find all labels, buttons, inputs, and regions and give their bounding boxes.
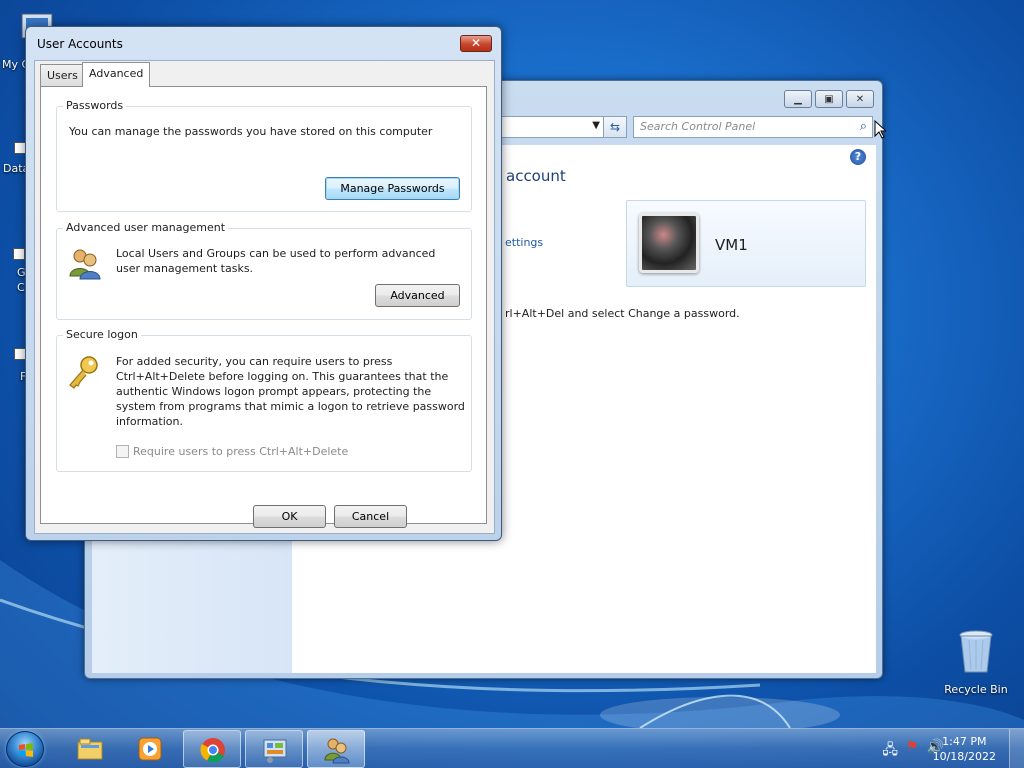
page-heading: account (506, 167, 566, 185)
users-icon (324, 738, 350, 764)
dialog-title: User Accounts (37, 37, 123, 51)
passwords-group: Passwords You can manage the passwords y… (56, 99, 472, 212)
action-center-icon[interactable]: ⚑ (906, 739, 919, 763)
chevron-down-icon[interactable]: ▼ (592, 120, 600, 131)
minimize-icon: ▁ (794, 93, 802, 105)
advanced-tab-panel: Passwords You can manage the passwords y… (40, 86, 487, 524)
advanced-button[interactable]: Advanced (375, 284, 460, 307)
user-accounts-dialog: User Accounts ✕ Users Advanced Passwords… (25, 26, 502, 541)
desktop-icon-recycle-bin[interactable]: Recycle Bin (944, 630, 1008, 696)
user-card[interactable]: VM1 (626, 200, 866, 287)
clock[interactable]: 1:47 PM 10/18/2022 (933, 734, 996, 764)
shortcut-arrow-icon (13, 248, 25, 260)
media-player-icon (138, 737, 162, 761)
passwords-description: You can manage the passwords you have st… (69, 125, 433, 138)
desktop-icon-c[interactable]: C (17, 281, 25, 294)
close-icon: ✕ (855, 93, 865, 105)
group-label: Passwords (63, 99, 127, 112)
clock-date: 10/18/2022 (932, 750, 996, 763)
taskbar-chrome[interactable] (183, 730, 241, 768)
dialog-body: Users Advanced Passwords You can manage … (34, 60, 495, 534)
tab-label: Users (47, 69, 78, 82)
recycle-bin-label: Recycle Bin (944, 683, 1008, 696)
advanced-user-management-group: Advanced user management Local Users and… (56, 221, 472, 320)
secure-logon-group: Secure logon For added security, you can… (56, 328, 472, 472)
window-controls: ▁ ▣ ✕ (784, 90, 874, 108)
tab-label: Advanced (89, 67, 144, 80)
minimize-button[interactable]: ▁ (784, 90, 812, 108)
control-panel-icon (263, 739, 287, 763)
mouse-cursor-icon (874, 120, 886, 139)
group-label: Advanced user management (63, 221, 229, 234)
checkbox-label: Require users to press Ctrl+Alt+Delete (133, 445, 349, 458)
network-icon[interactable]: 🖧 (882, 739, 898, 763)
start-button[interactable] (6, 731, 44, 767)
search-input[interactable]: Search Control Panel ⌕ (633, 116, 873, 138)
maximize-icon: ▣ (824, 93, 834, 105)
taskbar-control-panel[interactable] (245, 730, 303, 768)
taskbar-user-accounts[interactable] (307, 730, 365, 768)
refresh-icon: ⇆ (609, 120, 621, 134)
advanced-management-description: Local Users and Groups can be used to pe… (116, 247, 436, 275)
ok-button[interactable]: OK (253, 505, 326, 528)
secure-logon-description: For added security, you can require user… (116, 355, 465, 428)
username: VM1 (715, 236, 748, 254)
key-icon (69, 356, 98, 389)
require-ctrl-alt-del-checkbox[interactable] (116, 445, 129, 458)
taskbar: 🖧 ⚑ 🔊 1:47 PM 10/18/2022 (0, 728, 1024, 768)
manage-passwords-button[interactable]: Manage Passwords (325, 177, 460, 200)
tab-advanced[interactable]: Advanced (82, 62, 151, 87)
settings-link[interactable]: ettings (505, 236, 543, 249)
desktop-icon-label: C (17, 281, 25, 294)
avatar (639, 213, 699, 273)
dialog-close-button[interactable]: ✕ (460, 35, 492, 52)
cancel-button[interactable]: Cancel (334, 505, 407, 528)
taskbar-media-player[interactable] (121, 730, 179, 768)
show-desktop-button[interactable] (1009, 729, 1024, 768)
users-group-icon (69, 249, 101, 280)
password-instruction: rl+Alt+Del and select Change a password. (505, 307, 740, 320)
taskbar-file-explorer[interactable] (61, 730, 119, 768)
group-label: Secure logon (63, 328, 141, 341)
close-icon: ✕ (470, 36, 482, 50)
folder-icon (77, 738, 103, 760)
refresh-button[interactable]: ⇆ (603, 116, 627, 138)
close-button[interactable]: ✕ (846, 90, 874, 108)
recycle-bin-icon (959, 630, 993, 673)
tab-users[interactable]: Users (40, 64, 85, 86)
search-icon[interactable]: ⌕ (860, 119, 867, 134)
search-placeholder: Search Control Panel (640, 120, 756, 133)
help-icon[interactable]: ? (850, 149, 866, 165)
clock-time: 1:47 PM (942, 735, 987, 748)
chrome-icon (200, 738, 225, 763)
windows-logo-icon (19, 743, 33, 757)
maximize-button[interactable]: ▣ (815, 90, 843, 108)
